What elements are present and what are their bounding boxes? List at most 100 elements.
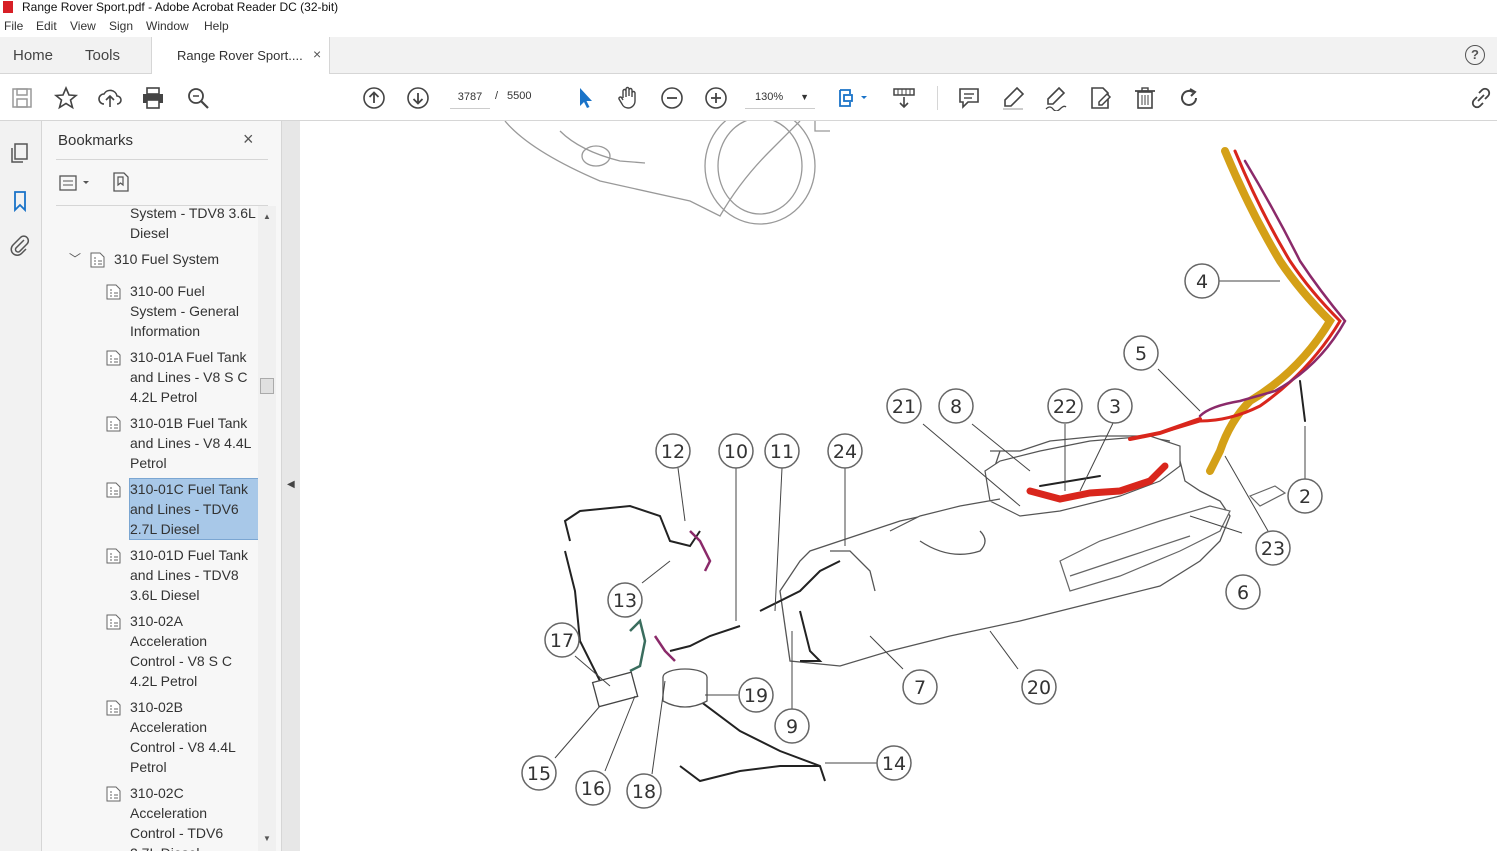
upload-cloud-icon[interactable] <box>97 85 123 111</box>
menu-window[interactable]: Window <box>146 19 189 33</box>
bookmark-line: Control - TDV6 <box>130 825 224 841</box>
highlight-pen-icon[interactable] <box>1000 85 1026 111</box>
bookmark-item[interactable]: 310-01B Fuel Tank and Lines - V8 4.4L Pe… <box>106 413 252 473</box>
page-number-input[interactable]: 3787 <box>450 85 490 109</box>
new-bookmark-icon[interactable] <box>110 171 132 193</box>
zoom-out-icon[interactable] <box>659 85 685 111</box>
zoom-value: 130% <box>755 91 784 103</box>
trash-icon[interactable] <box>1132 85 1158 111</box>
bookmark-line: Diesel <box>130 225 169 241</box>
svg-text:18: 18 <box>632 781 656 803</box>
panel-collapse-handle[interactable]: ◀ <box>282 121 300 851</box>
help-icon[interactable]: ? <box>1465 45 1485 65</box>
svg-text:16: 16 <box>581 778 605 800</box>
bookmarks-scrollbar[interactable]: ▲ ▼ <box>258 206 276 851</box>
scroll-mode-icon[interactable] <box>891 85 917 111</box>
next-page-icon[interactable] <box>405 85 431 111</box>
callout-11: 11 <box>764 433 800 469</box>
bookmark-line: Acceleration <box>130 805 208 821</box>
scroll-up-arrow-icon[interactable]: ▲ <box>263 212 271 221</box>
svg-text:15: 15 <box>527 763 551 785</box>
save-icon[interactable] <box>9 85 35 111</box>
bookmark-item[interactable]: System - TDV8 3.6L Diesel <box>130 206 256 243</box>
menu-view[interactable]: View <box>70 19 96 33</box>
bookmark-line: 2.7L Diesel <box>130 843 223 851</box>
bookmark-line: Acceleration <box>130 633 208 649</box>
bookmark-item[interactable]: 310-02A Acceleration Control - V8 S C 4.… <box>106 611 232 691</box>
zoom-search-icon[interactable] <box>185 85 211 111</box>
acrobat-pdf-icon <box>3 1 13 13</box>
bookmark-item[interactable]: 310-02C Acceleration Control - TDV6 2.7L… <box>106 783 224 851</box>
attachments-paperclip-icon[interactable] <box>8 233 32 257</box>
bookmark-line: 310-01A Fuel Tank <box>130 349 247 365</box>
bookmark-line: and Lines - TDV8 <box>130 567 239 583</box>
zoom-in-icon[interactable] <box>703 85 729 111</box>
chevron-down-icon[interactable]: ﹀ <box>69 250 81 267</box>
tab-tools[interactable]: Tools <box>85 37 120 74</box>
bookmark-line: Information <box>130 323 201 339</box>
tab-home[interactable]: Home <box>13 37 53 74</box>
bookmark-star-icon[interactable] <box>53 85 79 111</box>
svg-text:9: 9 <box>786 716 798 738</box>
svg-text:19: 19 <box>744 685 768 707</box>
bookmark-line: Petrol <box>130 759 167 775</box>
left-nav-rail <box>0 121 42 851</box>
bookmark-page-icon <box>106 548 121 564</box>
bookmark-line: 310-01C Fuel Tank <box>130 481 249 497</box>
svg-text:4: 4 <box>1196 271 1208 293</box>
bookmark-item-selected[interactable]: 310-01C Fuel Tank and Lines - TDV6 2.7L … <box>106 478 259 540</box>
select-arrow-icon[interactable] <box>572 85 598 111</box>
vehicle-body-outline <box>504 121 830 225</box>
svg-text:10: 10 <box>724 441 748 463</box>
bookmark-item[interactable]: 310-01A Fuel Tank and Lines - V8 S C 4.2… <box>106 347 248 407</box>
bookmark-page-icon <box>106 284 121 300</box>
previous-page-icon[interactable] <box>361 85 387 111</box>
print-icon[interactable] <box>140 85 166 111</box>
bookmark-line: and Lines - V8 4.4L <box>130 435 252 451</box>
menu-edit[interactable]: Edit <box>36 19 57 33</box>
bookmark-item-310-fuel-system[interactable]: 310 Fuel System <box>90 249 219 269</box>
tab-document[interactable]: Range Rover Sport.... × <box>151 37 330 75</box>
bookmark-page-icon <box>106 482 121 498</box>
fit-page-icon[interactable] <box>836 85 872 111</box>
edit-pdf-icon[interactable] <box>1087 85 1113 111</box>
svg-text:23: 23 <box>1261 538 1285 560</box>
share-link-icon[interactable] <box>1468 85 1494 111</box>
rotate-icon[interactable] <box>1176 85 1202 111</box>
bookmarks-panel-icon[interactable] <box>8 189 32 213</box>
close-panel-icon[interactable]: × <box>243 129 254 150</box>
bookmark-line: 310-01B Fuel Tank <box>130 415 248 431</box>
tab-document-label: Range Rover Sport.... <box>177 48 303 63</box>
svg-text:8: 8 <box>950 396 962 418</box>
hand-tool-icon[interactable] <box>615 85 641 111</box>
bookmark-item[interactable]: 310-01D Fuel Tank and Lines - TDV8 3.6L … <box>106 545 249 605</box>
bookmark-line: Control - V8 4.4L <box>130 739 236 755</box>
comment-icon[interactable] <box>956 85 982 111</box>
bookmark-item[interactable]: 310-00 Fuel System - General Information <box>106 281 239 341</box>
page-separator: / <box>495 90 499 102</box>
svg-text:20: 20 <box>1027 677 1051 699</box>
menu-sign[interactable]: Sign <box>109 19 133 33</box>
bookmark-line: and Lines - V8 S C <box>130 369 248 385</box>
menu-help[interactable]: Help <box>204 19 229 33</box>
zoom-select[interactable]: 130% ▼ <box>745 85 815 109</box>
bookmark-line: 3.6L Diesel <box>130 587 200 603</box>
scrollbar-thumb[interactable] <box>260 378 274 394</box>
bookmark-line: 310-01D Fuel Tank <box>130 547 249 563</box>
sign-icon[interactable] <box>1043 85 1069 112</box>
bookmark-line: 310-00 Fuel <box>130 283 205 299</box>
close-tab-icon[interactable]: × <box>313 46 321 62</box>
page-thumbnails-icon[interactable] <box>8 141 32 165</box>
callout-10: 10 <box>718 433 754 469</box>
scroll-down-arrow-icon[interactable]: ▼ <box>263 834 271 843</box>
bookmark-line: Acceleration <box>130 719 208 735</box>
bookmark-options-icon[interactable] <box>58 173 94 193</box>
menu-file[interactable]: File <box>4 19 23 33</box>
bookmark-line: Petrol <box>130 455 167 471</box>
bookmark-page-icon <box>106 416 121 432</box>
bookmark-item[interactable]: 310-02B Acceleration Control - V8 4.4L P… <box>106 697 236 777</box>
callout-5: 5 <box>1123 335 1159 371</box>
document-view[interactable]: 2 3 4 5 6 7 8 9 10 11 12 13 14 15 16 17 … <box>300 121 1497 851</box>
callout-22: 22 <box>1047 388 1083 424</box>
bookmark-tree: System - TDV8 3.6L Diesel ﹀ 310 Fuel Sys… <box>42 206 260 851</box>
